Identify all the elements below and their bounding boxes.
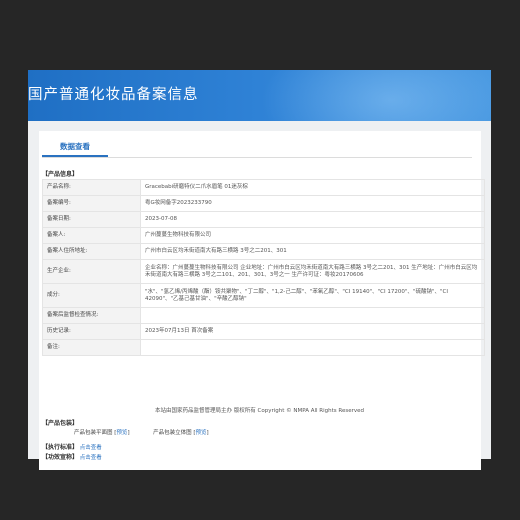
- row-value: 广州市白云区均禾街道南大有路三横路 3号之二201、301: [140, 243, 485, 260]
- table-row: 备案人住所地址: 广州市白云区均禾街道南大有路三横路 3号之二201、301: [42, 243, 485, 260]
- row-label: 生产企业:: [42, 259, 141, 284]
- tab-divider: [42, 157, 472, 158]
- product-info-table: 产品名称: Gracebabi研磨特仪二爪水眉笔 01迷灰棕 备案编号: 粤G妆…: [42, 179, 485, 356]
- table-row: 备案日期: 2023-07-08: [42, 211, 485, 228]
- flat-image-label: 产品包装平面图: [74, 430, 113, 436]
- row-label: 备案人住所地址:: [42, 243, 141, 260]
- row-label: 备案编号:: [42, 195, 141, 212]
- standard-row: 【执行标准】 点击查看: [42, 442, 102, 451]
- table-row: 备案后监督检查情况:: [42, 307, 485, 324]
- table-row: 生产企业: 企业名称：广州蔓蔓生物科技有限公司 企业地址：广州市白云区均禾街道南…: [42, 259, 485, 284]
- flat-preview-link[interactable]: 预览: [116, 430, 127, 436]
- row-label: 备注:: [42, 339, 141, 356]
- footer-copyright: 本站由国家药品监督管理局主办 版权所有 Copyright © NMPA All…: [155, 408, 364, 414]
- solid-bracket-close: ]: [206, 430, 209, 436]
- packaging-title: 【产品包装】: [42, 420, 79, 427]
- table-row: 备案编号: 粤G妆网备字2023233790: [42, 195, 485, 212]
- table-row: 备案人: 广州蔓蔓生物科技有限公司: [42, 227, 485, 244]
- page-title: 国产普通化妆品备案信息: [28, 87, 199, 103]
- row-label: 产品名称:: [42, 179, 141, 196]
- row-value: 2023年07月13日 首次备案: [140, 323, 485, 340]
- row-label: 备案日期:: [42, 211, 141, 228]
- row-label: 备案人:: [42, 227, 141, 244]
- header-banner: 国产普通化妆品备案信息: [28, 70, 491, 121]
- row-label: 成分:: [42, 283, 141, 308]
- row-value: Gracebabi研磨特仪二爪水眉笔 01迷灰棕: [140, 179, 485, 196]
- row-value: 粤G妆网备字2023233790: [140, 195, 485, 212]
- row-value: "水"、"氢乙烯/丙烯酸（酯）铵共聚物"、"丁二醇"、"1,2-己二醇"、"苯氧…: [140, 283, 485, 308]
- efficacy-title: 【功效宣称】: [42, 454, 79, 461]
- solid-preview-link[interactable]: 预览: [196, 430, 207, 436]
- table-row: 产品名称: Gracebabi研磨特仪二爪水眉笔 01迷灰棕: [42, 179, 485, 196]
- row-label: 备案后监督检查情况:: [42, 307, 141, 324]
- table-row: 历史记录: 2023年07月13日 首次备案: [42, 323, 485, 340]
- row-value: [140, 307, 485, 324]
- table-row: 成分: "水"、"氢乙烯/丙烯酸（酯）铵共聚物"、"丁二醇"、"1,2-己二醇"…: [42, 283, 485, 308]
- tab-data-view[interactable]: 数据查看: [42, 141, 108, 152]
- efficacy-view-link[interactable]: 点击查看: [80, 455, 102, 461]
- page: 国产普通化妆品备案信息 数据查看 【产品信息】 产品名称: Gracebabi研…: [28, 70, 491, 470]
- banner-glow: [261, 70, 491, 121]
- content-card: 数据查看 【产品信息】 产品名称: Gracebabi研磨特仪二爪水眉笔 01迷…: [39, 131, 485, 470]
- solid-image-label: 产品包装立体图: [153, 430, 192, 436]
- row-value: 2023-07-08: [140, 211, 485, 228]
- flat-bracket-close: ]: [127, 430, 130, 436]
- packaging-images: 产品包装平面图 [预览] 产品包装立体图 [预览]: [74, 428, 209, 436]
- product-info-title: 【产品信息】: [42, 171, 79, 178]
- row-value: [140, 339, 485, 356]
- standard-view-link[interactable]: 点击查看: [80, 445, 102, 451]
- row-label: 历史记录:: [42, 323, 141, 340]
- standard-title: 【执行标准】: [42, 444, 79, 451]
- row-value: 企业名称：广州蔓蔓生物科技有限公司 企业地址：广州市白云区均禾街道南大有路三横路…: [140, 259, 485, 284]
- table-row: 备注:: [42, 339, 485, 356]
- row-value: 广州蔓蔓生物科技有限公司: [140, 227, 485, 244]
- efficacy-row: 【功效宣称】 点击查看: [42, 452, 102, 461]
